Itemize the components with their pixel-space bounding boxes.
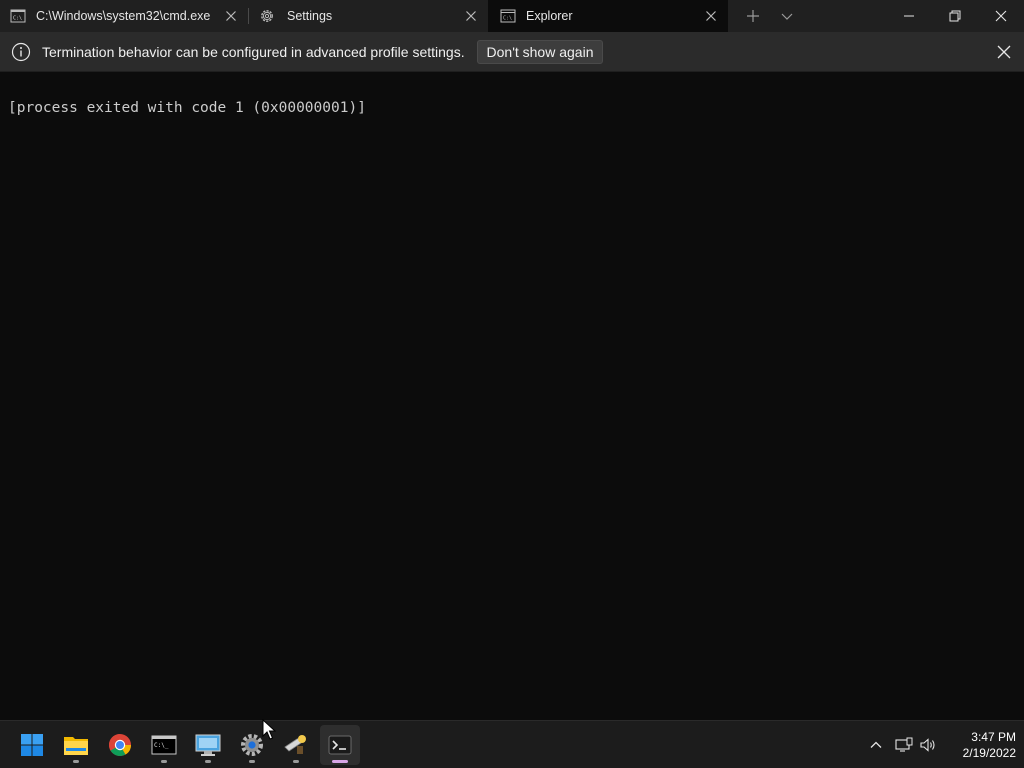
svg-text:C:\: C:\ xyxy=(13,16,22,22)
tab-title: C:\Windows\system32\cmd.exe xyxy=(36,9,211,23)
tab-cmd[interactable]: C:\ C:\Windows\system32\cmd.exe xyxy=(0,0,248,32)
terminal-pane[interactable]: [process exited with code 1 (0x00000001)… xyxy=(0,72,1024,720)
show-hidden-icons-button[interactable] xyxy=(866,735,886,755)
volume-icon xyxy=(920,738,935,752)
terminal-output-line: [process exited with code 1 (0x00000001)… xyxy=(8,100,366,116)
clock-date: 2/19/2022 xyxy=(962,746,1016,760)
taskbar-chrome[interactable] xyxy=(100,725,140,765)
plus-icon xyxy=(747,10,759,22)
close-window-button[interactable] xyxy=(978,0,1024,32)
svg-text:C:\_: C:\_ xyxy=(154,742,169,749)
tab-dropdown-button[interactable] xyxy=(774,0,800,32)
chevron-down-icon xyxy=(781,13,793,20)
cmd-icon: C:\ xyxy=(10,9,26,23)
new-tab-button[interactable] xyxy=(740,0,766,32)
cmd-icon: C:\ xyxy=(500,9,516,23)
tools-icon xyxy=(284,735,306,754)
svg-text:C:\: C:\ xyxy=(503,16,512,22)
start-button[interactable] xyxy=(12,725,52,765)
chevron-up-icon xyxy=(870,741,882,748)
volume-button[interactable] xyxy=(918,735,938,755)
active-indicator xyxy=(332,760,348,763)
tab-explorer[interactable]: C:\ Explorer xyxy=(488,0,728,32)
info-icon xyxy=(11,42,31,62)
taskbar-remote-desktop[interactable] xyxy=(188,725,228,765)
network-button[interactable] xyxy=(894,735,914,755)
title-bar: C:\ C:\Windows\system32\cmd.exe Settings… xyxy=(0,0,1024,32)
settings-icon xyxy=(241,734,263,756)
taskbar-terminal[interactable] xyxy=(320,725,360,765)
taskbar-file-explorer[interactable] xyxy=(56,725,96,765)
start-icon xyxy=(21,734,43,756)
chrome-icon xyxy=(109,734,131,756)
dont-show-again-button[interactable]: Don't show again xyxy=(477,40,603,64)
tab-title: Explorer xyxy=(526,9,573,23)
restore-button[interactable] xyxy=(932,0,978,32)
close-icon[interactable] xyxy=(703,8,719,24)
info-bar: Termination behavior can be configured i… xyxy=(0,32,1024,72)
minimize-button[interactable] xyxy=(886,0,932,32)
clock[interactable]: 3:47 PM 2/19/2022 xyxy=(940,729,1016,761)
minimize-icon xyxy=(904,15,914,17)
running-indicator xyxy=(293,760,299,763)
file-explorer-icon xyxy=(64,737,88,755)
network-icon xyxy=(895,737,913,752)
mouse-cursor-icon xyxy=(262,719,276,740)
remote-desktop-icon xyxy=(195,734,221,756)
terminal-icon xyxy=(328,735,352,755)
clock-time: 3:47 PM xyxy=(971,730,1016,744)
taskbar-tools[interactable] xyxy=(276,725,316,765)
cmd-icon: C:\_ xyxy=(151,735,177,755)
info-message: Termination behavior can be configured i… xyxy=(42,44,465,60)
taskbar-cmd[interactable]: C:\_ xyxy=(144,725,184,765)
running-indicator xyxy=(205,760,211,763)
close-icon[interactable] xyxy=(994,42,1014,62)
close-icon xyxy=(995,10,1007,22)
tab-settings[interactable]: Settings xyxy=(249,0,488,32)
close-icon[interactable] xyxy=(463,8,479,24)
tab-title: Settings xyxy=(287,9,333,23)
close-icon[interactable] xyxy=(223,8,239,24)
restore-icon xyxy=(949,10,961,22)
gear-icon xyxy=(261,10,273,22)
taskbar: C:\_ 3:47 PM 2/19/2022 xyxy=(0,720,1024,768)
running-indicator xyxy=(73,760,79,763)
running-indicator xyxy=(161,760,167,763)
running-indicator xyxy=(249,760,255,763)
